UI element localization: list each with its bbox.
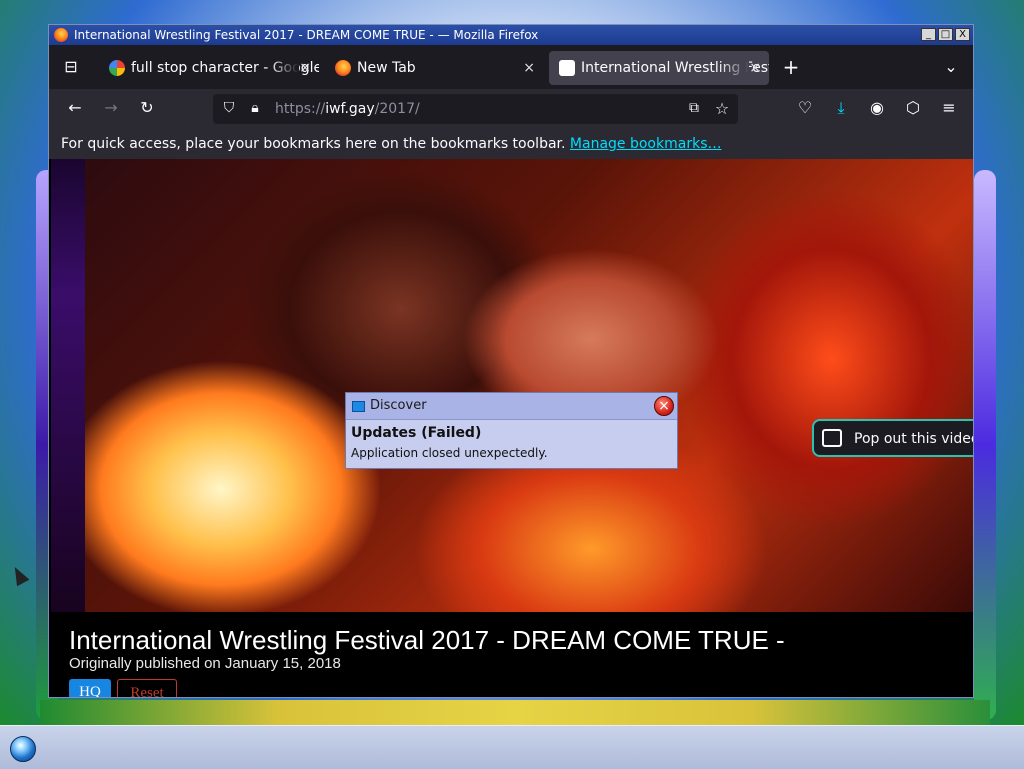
maximize-button[interactable]: □ (938, 28, 953, 41)
notification-close-icon[interactable]: × (654, 396, 674, 416)
tab-fade (719, 51, 749, 85)
extensions-icon[interactable]: ⬡ (901, 98, 925, 117)
video-left-strip (51, 159, 85, 612)
tab-new-tab[interactable]: New Tab × (325, 51, 543, 85)
window-titlebar[interactable]: International Wrestling Festival 2017 - … (49, 25, 973, 45)
bookmarks-message: For quick access, place your bookmarks h… (61, 129, 721, 159)
reload-icon[interactable]: ↻ (135, 98, 159, 117)
pop-out-icon (822, 429, 842, 447)
downloads-icon[interactable]: ⤓ (829, 98, 853, 118)
discover-notification[interactable]: Discover × Updates (Failed) Application … (345, 392, 678, 469)
tab-close-icon[interactable]: × (523, 51, 535, 85)
pocket-icon[interactable]: ♡ (793, 98, 817, 117)
notification-app-name: Discover (370, 398, 427, 413)
url-scheme: https:// (275, 101, 326, 117)
bookmark-star-icon[interactable]: ☆ (711, 99, 733, 118)
list-all-tabs-icon[interactable]: ⌄ (939, 57, 963, 76)
notification-header: Discover × (346, 393, 677, 420)
account-icon[interactable]: ◉ (865, 98, 889, 117)
desktop-wallpaper-bottom (40, 700, 990, 725)
notification-title: Updates (Failed) (351, 425, 482, 441)
tab-iwf[interactable]: International Wrestling Festival × (549, 51, 769, 85)
menu-icon[interactable]: ≡ (937, 98, 961, 117)
taskbar (0, 725, 1024, 769)
url-text[interactable]: https://iwf.gay/2017/ (275, 94, 420, 124)
tab-close-icon[interactable]: × (749, 51, 761, 85)
new-tab-button[interactable]: + (779, 55, 803, 79)
google-favicon-icon (109, 60, 125, 76)
notification-body: Application closed unexpectedly. (351, 446, 548, 460)
back-icon[interactable]: ← (63, 98, 87, 117)
video-player[interactable] (51, 159, 973, 612)
start-menu-icon[interactable] (10, 736, 36, 762)
video-title: International Wrestling Festival 2017 - … (69, 625, 785, 655)
pip-toggle-button[interactable]: Pop out this video (812, 419, 973, 457)
minimize-button[interactable]: _ (921, 28, 936, 41)
picture-in-picture-icon[interactable]: ⧉ (683, 100, 705, 116)
lock-icon[interactable]: 🔒︎ (245, 100, 265, 116)
tab-strip: ⊟ full stop character - Google × New Tab… (49, 45, 973, 89)
firefox-view-icon[interactable]: ⊟ (57, 57, 85, 76)
manage-bookmarks-link[interactable]: Manage bookmarks… (570, 136, 722, 152)
window-title: International Wrestling Festival 2017 - … (74, 28, 539, 42)
reset-button[interactable]: Reset (117, 679, 177, 697)
video-published-date: Originally published on January 15, 2018 (69, 655, 341, 672)
tab-close-icon[interactable]: × (299, 51, 311, 85)
bookmarks-toolbar: For quick access, place your bookmarks h… (49, 129, 973, 160)
site-favicon-icon (559, 60, 575, 76)
url-path: /2017/ (374, 101, 420, 117)
forward-icon[interactable]: → (99, 98, 123, 117)
desktop-wallpaper-right (974, 170, 996, 720)
url-host: iwf.gay (325, 101, 375, 117)
nav-toolbar: ← → ↻ ⛉ 🔒︎ https://iwf.gay/2017/ ⧉ ☆ ♡ ⤓… (49, 89, 973, 129)
discover-app-icon (352, 401, 365, 412)
hq-button[interactable]: HQ (69, 679, 111, 697)
tab-label: New Tab (357, 60, 416, 76)
firefox-favicon-icon (335, 60, 351, 76)
tab-google[interactable]: full stop character - Google × (99, 51, 319, 85)
pip-label: Pop out this video (854, 431, 973, 447)
url-bar[interactable]: ⛉ 🔒︎ https://iwf.gay/2017/ ⧉ ☆ (213, 94, 738, 124)
tab-fade (269, 51, 299, 85)
close-window-button[interactable]: X (955, 28, 970, 41)
firefox-window: International Wrestling Festival 2017 - … (48, 24, 974, 698)
firefox-icon (54, 28, 68, 42)
bookmarks-hint: For quick access, place your bookmarks h… (61, 136, 566, 152)
tracking-shield-icon[interactable]: ⛉ (219, 100, 239, 116)
